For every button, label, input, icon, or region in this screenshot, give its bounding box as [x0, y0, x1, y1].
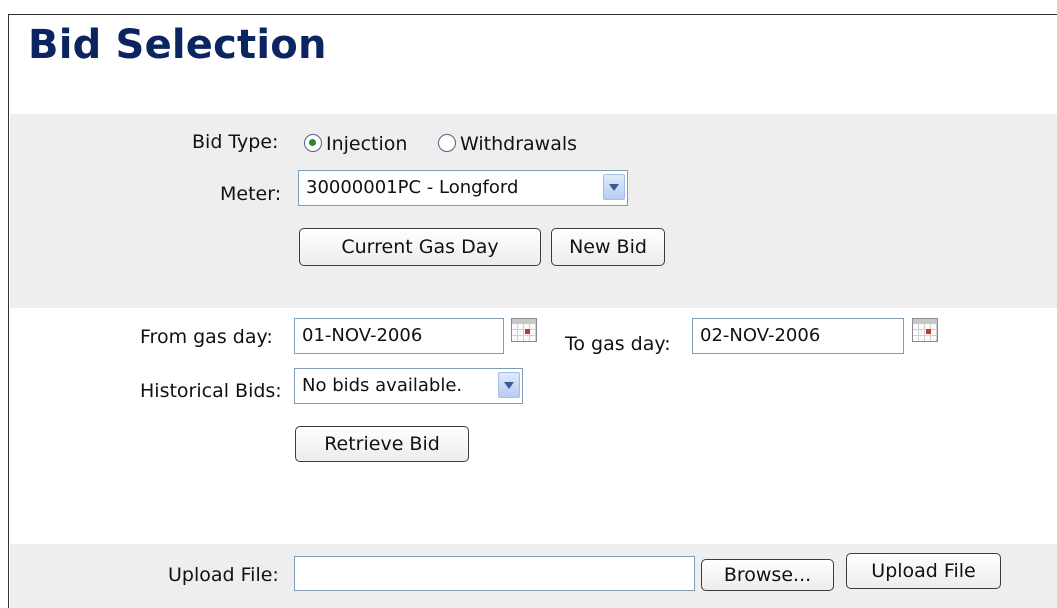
calendar-date-mark	[926, 329, 931, 334]
upload-file-input[interactable]	[294, 556, 695, 591]
browse-button[interactable]: Browse...	[701, 559, 834, 591]
radio-selected-dot	[309, 139, 316, 146]
current-gas-day-button[interactable]: Current Gas Day	[299, 228, 541, 266]
calendar-icon[interactable]	[912, 318, 938, 342]
to-gas-day-label: To gas day:	[565, 333, 671, 355]
upload-file-button[interactable]: Upload File	[846, 553, 1001, 589]
new-bid-button[interactable]: New Bid	[551, 228, 665, 266]
historical-bids-select[interactable]: No bids available.	[294, 368, 523, 404]
radio-withdrawals[interactable]	[438, 134, 456, 152]
page-frame	[8, 14, 1057, 608]
historical-bids-value: No bids available.	[302, 375, 463, 396]
from-gas-day-input[interactable]: 01-NOV-2006	[294, 318, 504, 354]
from-gas-day-label: From gas day:	[140, 326, 273, 348]
radio-withdrawals-label[interactable]: Withdrawals	[460, 133, 577, 155]
chevron-down-icon[interactable]	[603, 174, 625, 200]
meter-select[interactable]: 30000001PC - Longford	[298, 170, 628, 206]
chevron-down-icon[interactable]	[498, 372, 520, 398]
radio-injection[interactable]	[304, 134, 322, 152]
meter-label: Meter:	[220, 183, 282, 205]
bid-type-label: Bid Type:	[192, 131, 279, 153]
upload-file-label: Upload File:	[168, 564, 279, 586]
radio-injection-label[interactable]: Injection	[326, 133, 407, 155]
retrieve-bid-button[interactable]: Retrieve Bid	[295, 426, 469, 462]
to-gas-day-input[interactable]: 02-NOV-2006	[692, 318, 904, 354]
calendar-icon[interactable]	[511, 318, 537, 342]
calendar-date-mark	[525, 329, 530, 334]
page-title: Bid Selection	[28, 22, 327, 68]
historical-bids-label: Historical Bids:	[140, 380, 282, 402]
meter-select-value: 30000001PC - Longford	[306, 177, 519, 198]
